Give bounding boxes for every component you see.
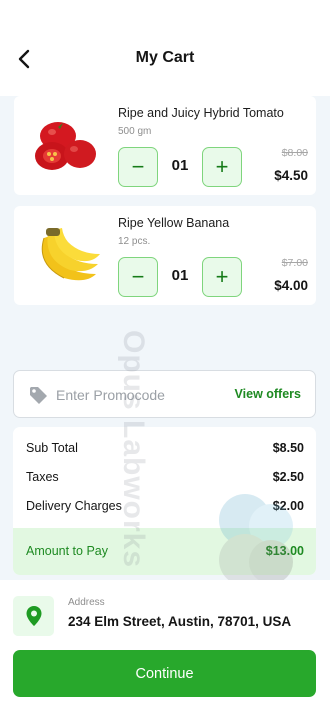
subtotal-value: $8.50 [272,441,304,455]
discounted-price: $4.00 [274,278,308,293]
delivery-row: Delivery Charges $2.00 [13,494,316,518]
delivery-label: Delivery Charges [26,499,122,513]
address-value[interactable]: 234 Elm Street, Austin, 78701, USA [68,614,291,629]
banana-image [30,222,102,290]
decrease-quantity-button[interactable]: − [118,257,158,297]
tag-icon [28,385,48,405]
location-pin-icon [13,596,54,636]
continue-button[interactable]: Continue [13,650,316,697]
product-quantity: 500 gm [118,126,152,137]
tomato-image [30,112,102,180]
amount-to-pay-bar: Amount to Pay $13.00 [13,528,316,575]
original-price: $8.00 [281,147,308,159]
total-label: Amount to Pay [26,544,108,558]
page-title: My Cart [135,49,195,66]
header: My Cart [0,0,330,96]
address-label: Address [68,597,105,608]
total-row: Amount to Pay $13.00 [13,539,316,563]
subtotal-row: Sub Total $8.50 [13,436,316,460]
product-quantity: 12 pcs. [118,236,151,247]
subtotal-label: Sub Total [26,441,78,455]
original-price: $7.00 [281,257,308,269]
item-count: 01 [171,157,189,174]
decrease-quantity-button[interactable]: − [118,147,158,187]
taxes-row: Taxes $2.50 [13,465,316,489]
item-count: 01 [171,267,189,284]
cart-item-banana: Ripe Yellow Banana 12 pcs. − 01 + $7.00 … [14,206,316,305]
promocode-input[interactable] [56,383,226,407]
promocode-box: View offers [13,370,316,418]
discounted-price: $4.50 [274,168,308,183]
cart-item-tomato: Ripe and Juicy Hybrid Tomato 500 gm − 01… [14,96,316,195]
checkout-panel: Address 234 Elm Street, Austin, 78701, U… [0,580,330,714]
price-summary: Sub Total $8.50 Taxes $2.50 Delivery Cha… [13,427,316,575]
increase-quantity-button[interactable]: + [202,147,242,187]
increase-quantity-button[interactable]: + [202,257,242,297]
product-name: Ripe and Juicy Hybrid Tomato [118,106,284,120]
product-name: Ripe Yellow Banana [118,216,230,230]
taxes-value: $2.50 [272,470,304,484]
view-offers-link[interactable]: View offers [235,387,301,401]
delivery-value: $2.00 [272,499,304,513]
taxes-label: Taxes [26,470,59,484]
total-value: $13.00 [265,544,304,558]
